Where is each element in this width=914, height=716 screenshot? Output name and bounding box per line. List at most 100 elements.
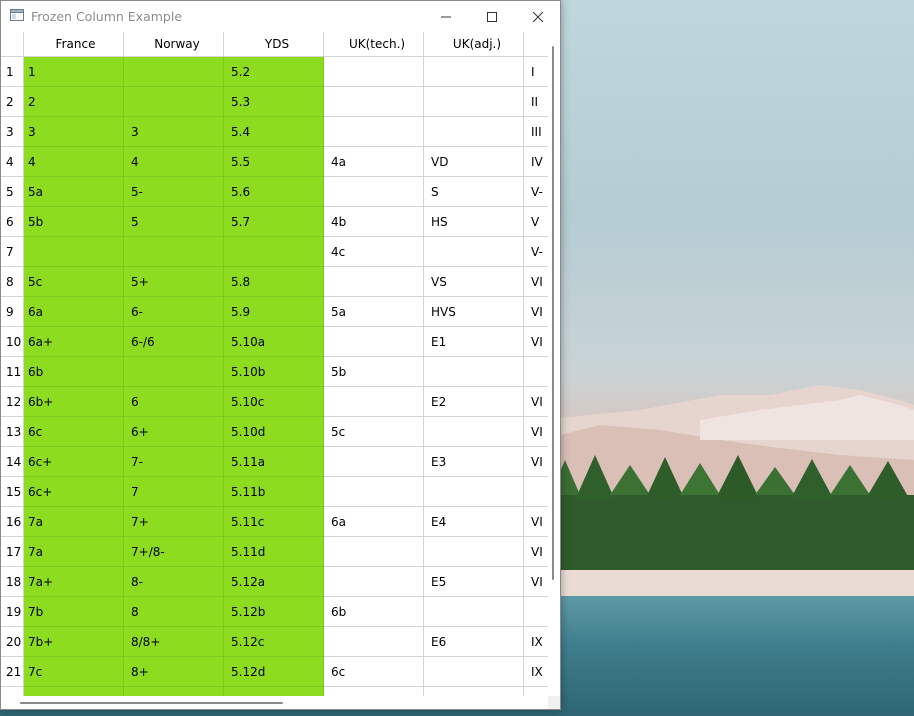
table-cell[interactable]: 5.10d <box>224 417 324 447</box>
table-cell[interactable]: 5.4 <box>224 117 324 147</box>
table-cell[interactable]: I <box>524 57 548 87</box>
table-cell[interactable] <box>24 237 124 267</box>
table-cell[interactable]: 5.5 <box>224 147 324 177</box>
table-cell[interactable] <box>424 57 524 87</box>
table-cell[interactable] <box>424 87 524 117</box>
column-header-uk-tech[interactable]: UK(tech.) <box>324 32 424 57</box>
table-cell[interactable]: 5c <box>324 417 424 447</box>
table-cell[interactable]: VI <box>524 387 548 417</box>
table-cell[interactable] <box>324 627 424 657</box>
table-cell[interactable]: 5.11c <box>224 507 324 537</box>
horizontal-scrollbar[interactable] <box>1 696 548 709</box>
table-cell[interactable] <box>324 177 424 207</box>
table-cell[interactable] <box>324 567 424 597</box>
column-header-uk-adj[interactable]: UK(adj.) <box>424 32 524 57</box>
table-cell[interactable]: 8- <box>124 567 224 597</box>
table-cell[interactable]: 6- <box>124 297 224 327</box>
table-cell[interactable]: 2 <box>24 87 124 117</box>
table-cell[interactable]: 6a+ <box>24 327 124 357</box>
row-header[interactable]: 2 <box>1 87 24 117</box>
table-cell[interactable]: VI <box>524 267 548 297</box>
table-cell[interactable]: 5b <box>324 357 424 387</box>
table-cell[interactable]: IV <box>524 147 548 177</box>
table-cell[interactable]: 1 <box>24 57 124 87</box>
row-header[interactable]: 9 <box>1 297 24 327</box>
table-cell[interactable]: 5c <box>24 267 124 297</box>
table-cell[interactable]: 6 <box>124 387 224 417</box>
table-cell[interactable] <box>424 237 524 267</box>
table-cell[interactable]: 5.11a <box>224 447 324 477</box>
table-cell[interactable]: 5.6 <box>224 177 324 207</box>
table-cell[interactable]: VI <box>524 537 548 567</box>
row-header[interactable]: 17 <box>1 537 24 567</box>
table-cell[interactable]: 8 <box>124 597 224 627</box>
minimize-button[interactable] <box>423 1 469 32</box>
table-cell[interactable]: 5.7 <box>224 207 324 237</box>
table-cell[interactable]: 6a <box>324 507 424 537</box>
table-cell[interactable]: VS <box>424 267 524 297</box>
table-cell[interactable]: 6+ <box>124 417 224 447</box>
table-cell[interactable]: 5.3 <box>224 87 324 117</box>
table-cell[interactable] <box>124 237 224 267</box>
table-cell[interactable]: 5.12b <box>224 597 324 627</box>
table-cell[interactable]: E2 <box>424 387 524 417</box>
table-cell[interactable] <box>424 597 524 627</box>
row-header[interactable]: 18 <box>1 567 24 597</box>
table-cell[interactable]: E5 <box>424 567 524 597</box>
table-cell[interactable]: 3 <box>124 117 224 147</box>
table-cell[interactable] <box>524 357 548 387</box>
row-header[interactable]: 16 <box>1 507 24 537</box>
table-cell[interactable]: 5.10c <box>224 387 324 417</box>
table-cell[interactable]: 7a <box>24 537 124 567</box>
table-cell[interactable]: 3 <box>24 117 124 147</box>
table-cell[interactable]: 5.10a <box>224 327 324 357</box>
table-cell[interactable]: III <box>524 117 548 147</box>
table-cell[interactable]: 6c <box>324 657 424 687</box>
table-cell[interactable]: 5.11b <box>224 477 324 507</box>
row-header[interactable]: 7 <box>1 237 24 267</box>
row-header[interactable]: 19 <box>1 597 24 627</box>
table-cell[interactable]: 7 <box>124 477 224 507</box>
table-cell[interactable]: HVS <box>424 297 524 327</box>
table-cell[interactable]: S <box>424 177 524 207</box>
row-header[interactable]: 3 <box>1 117 24 147</box>
table-cell[interactable]: VI <box>524 417 548 447</box>
column-header-partial[interactable] <box>524 32 548 57</box>
table-cell[interactable]: 5.12c <box>224 627 324 657</box>
table-cell[interactable]: 5b <box>24 207 124 237</box>
vertical-scroll-thumb[interactable] <box>552 46 554 580</box>
table-cell[interactable]: E6 <box>424 627 524 657</box>
table-cell[interactable] <box>424 657 524 687</box>
vertical-scrollbar[interactable] <box>548 32 560 696</box>
table-cell[interactable]: VI <box>524 327 548 357</box>
table-cell[interactable]: 5 <box>124 207 224 237</box>
table-cell[interactable]: 7c <box>24 657 124 687</box>
table-cell[interactable]: 6c+ <box>24 477 124 507</box>
table-cell[interactable] <box>424 357 524 387</box>
table-cell[interactable] <box>424 117 524 147</box>
corner-header[interactable] <box>1 32 24 57</box>
table-cell[interactable] <box>224 237 324 267</box>
table-cell[interactable]: VI <box>524 507 548 537</box>
table-cell[interactable]: V- <box>524 177 548 207</box>
column-header-yds[interactable]: YDS <box>224 32 324 57</box>
table-view[interactable]: France Norway YDS UK(tech.) UK(adj.) 115… <box>1 32 560 709</box>
table-cell[interactable] <box>324 57 424 87</box>
table-cell[interactable]: 7a+ <box>24 567 124 597</box>
table-cell[interactable]: E3 <box>424 447 524 477</box>
row-header[interactable]: 10 <box>1 327 24 357</box>
table-cell[interactable]: 6c+ <box>24 447 124 477</box>
table-cell[interactable]: II <box>524 87 548 117</box>
table-cell[interactable]: HS <box>424 207 524 237</box>
row-header[interactable]: 5 <box>1 177 24 207</box>
table-cell[interactable]: E1 <box>424 327 524 357</box>
table-cell[interactable]: 4c <box>324 237 424 267</box>
table-cell[interactable] <box>124 87 224 117</box>
table-cell[interactable]: 7b+ <box>24 627 124 657</box>
table-cell[interactable] <box>124 57 224 87</box>
table-cell[interactable]: 7b <box>24 597 124 627</box>
table-cell[interactable] <box>524 597 548 627</box>
table-cell[interactable]: 4b <box>324 207 424 237</box>
table-cell[interactable]: 7+ <box>124 507 224 537</box>
table-cell[interactable]: 6a <box>24 297 124 327</box>
